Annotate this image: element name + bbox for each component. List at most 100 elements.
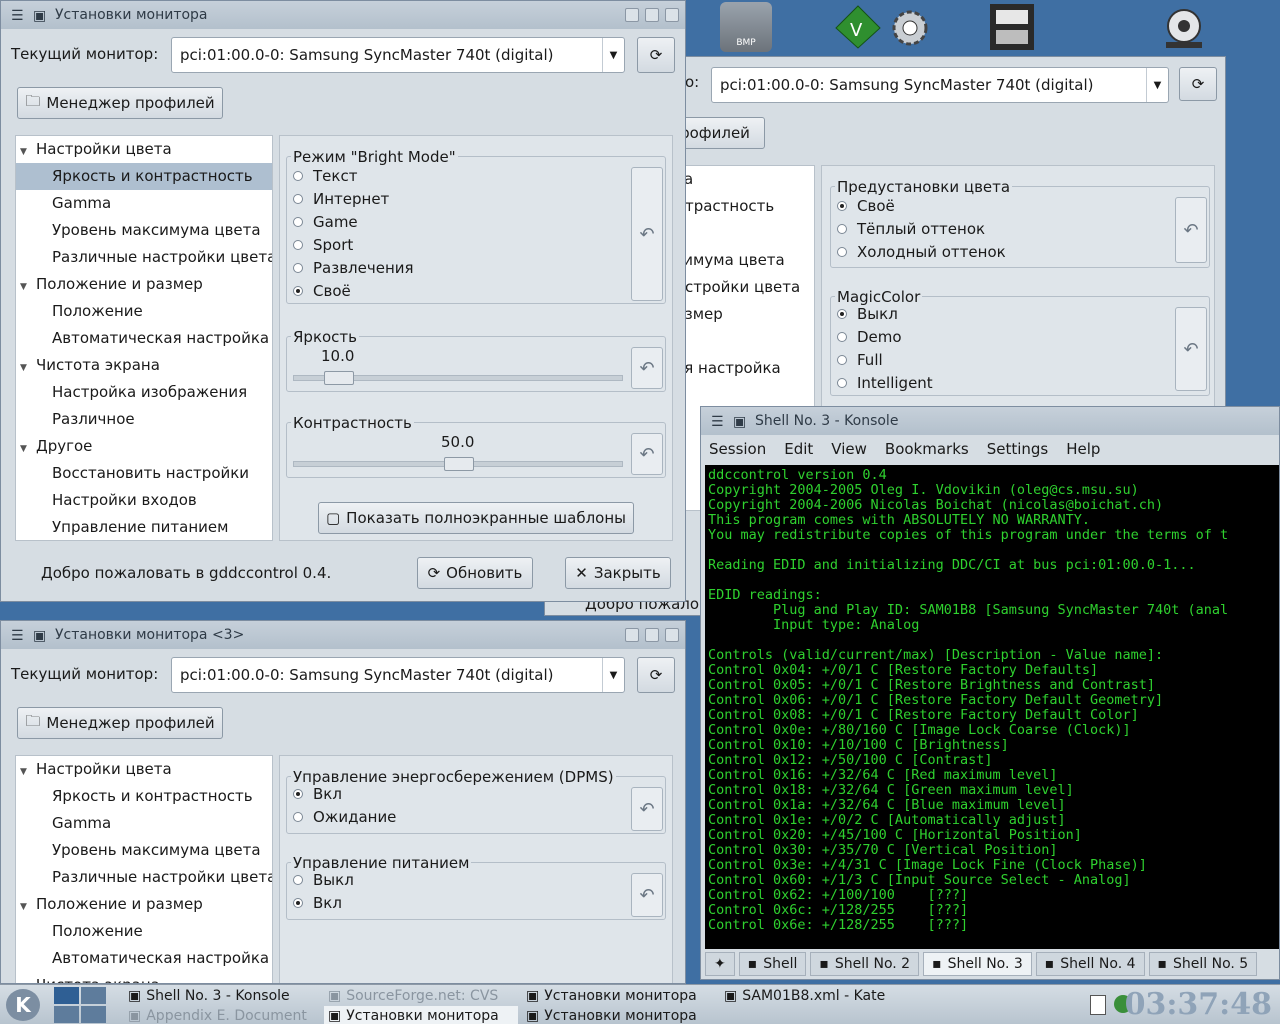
radio-button[interactable] — [837, 332, 847, 342]
radio-option[interactable]: Интернет — [293, 188, 389, 210]
maximize-button[interactable] — [645, 8, 659, 22]
tree-item[interactable]: настройки цвета — [666, 274, 814, 301]
reset-icon[interactable]: ↶ — [631, 787, 663, 831]
tree-category[interactable]: ▼ Положение и размер — [16, 271, 272, 298]
refresh-button[interactable]: ⟳ Обновить — [417, 557, 533, 589]
reset-icon[interactable]: ↶ — [631, 433, 663, 475]
monitor-select[interactable]: pci:01:00.0-0: Samsung SyncMaster 740t (… — [171, 657, 625, 693]
tree-item[interactable]: Уровень максимума цвета — [16, 837, 272, 864]
radio-option[interactable]: Вкл — [293, 783, 342, 805]
tree-item[interactable]: Различные настройки цвета — [16, 244, 272, 271]
kde-menu-icon[interactable]: K — [6, 989, 40, 1021]
tree-item[interactable]: а — [666, 382, 814, 409]
radio-option[interactable]: Вкл — [293, 892, 342, 914]
show-patterns-button[interactable]: ▢ Показать полноэкранные шаблоны — [318, 502, 634, 534]
radio-button[interactable] — [293, 812, 303, 822]
radio-button[interactable] — [293, 217, 303, 227]
refresh-monitor-button[interactable]: ⟳ — [637, 657, 675, 693]
taskbar-item[interactable]: ▣ SourceForge.net: CVS — [324, 986, 518, 1005]
menu-item-session[interactable]: Session — [709, 440, 766, 458]
contrast-slider[interactable] — [293, 457, 623, 471]
expand-arrow-icon[interactable]: ▼ — [20, 894, 32, 921]
menu-icon[interactable]: ☰ — [711, 414, 725, 430]
taskbar-item[interactable]: ▣ Установки монитора — [324, 1006, 518, 1024]
session-tab[interactable]: ▪ Shell — [738, 952, 807, 976]
radio-option[interactable]: Холодный оттенок — [837, 241, 1006, 263]
monitor-select[interactable]: pci:01:00.0-0: Samsung SyncMaster 740t (… — [171, 37, 625, 73]
tree-item[interactable]: Различное — [16, 406, 272, 433]
tree-item[interactable]: Настройка изображения — [16, 379, 272, 406]
expand-arrow-icon[interactable]: ▼ — [20, 759, 32, 786]
tree-item[interactable]: Восстановить настройки — [16, 460, 272, 487]
speaker-icon[interactable] — [1160, 2, 1212, 52]
radio-button[interactable] — [293, 286, 303, 296]
tree-item[interactable]: Яркость и контрастность — [16, 783, 272, 810]
profile-manager-button[interactable]: 🗀 Менеджер профилей — [17, 87, 223, 119]
radio-button[interactable] — [293, 789, 303, 799]
session-tab[interactable]: ▪ Shell No. 3 — [923, 952, 1032, 976]
session-tab[interactable]: ▪ Shell No. 2 — [810, 952, 920, 976]
radio-button[interactable] — [837, 355, 847, 365]
pager-desktop-1[interactable] — [54, 987, 79, 1004]
menu-item-bookmarks[interactable]: Bookmarks — [885, 440, 969, 458]
radio-option[interactable]: Intelligent — [837, 372, 933, 394]
expand-arrow-icon[interactable]: ▼ — [20, 274, 32, 301]
radio-option[interactable]: Своё — [837, 195, 895, 217]
taskbar-item[interactable]: ▣ Установки монитора — [522, 1006, 718, 1024]
tree-item[interactable]: Автоматическая настройка — [16, 325, 272, 352]
film-icon[interactable] — [986, 2, 1038, 52]
tree-item[interactable] — [666, 328, 814, 355]
menu-icon[interactable]: ☰ — [11, 8, 25, 24]
taskbar-item[interactable]: ▣ Shell No. 3 - Konsole — [124, 986, 320, 1005]
tree-item[interactable]: Gamma — [16, 810, 272, 837]
pager-desktop-3[interactable] — [54, 1006, 79, 1023]
radio-option[interactable]: Текст — [293, 165, 357, 187]
window-titlebar[interactable]: ☰ ▣ Установки монитора <3> — [1, 621, 685, 649]
new-session-icon[interactable]: ✦ — [705, 952, 735, 976]
taskbar-item[interactable]: ▣ Установки монитора — [522, 986, 718, 1005]
bmp-icon[interactable]: BMP — [720, 2, 772, 52]
radio-button[interactable] — [293, 875, 303, 885]
reset-icon[interactable]: ↶ — [1175, 197, 1207, 263]
menu-item-help[interactable]: Help — [1066, 440, 1100, 458]
menu-item-settings[interactable]: Settings — [987, 440, 1049, 458]
tree-category[interactable]: ▼ Настройки цвета — [16, 136, 272, 163]
radio-button[interactable] — [293, 898, 303, 908]
monitor-select[interactable]: pci:01:00.0-0: Samsung SyncMaster 740t (… — [711, 67, 1169, 103]
expand-arrow-icon[interactable]: ▼ — [20, 139, 32, 166]
session-tab[interactable]: ▪ Shell No. 4 — [1035, 952, 1145, 976]
close-window-button[interactable] — [665, 8, 679, 22]
tree-item[interactable]: онтрастность — [666, 193, 814, 220]
radio-button[interactable] — [837, 201, 847, 211]
tree-item[interactable]: Настройки входов — [16, 487, 272, 514]
maximize-button[interactable] — [645, 628, 659, 642]
menu-icon[interactable]: ☰ — [11, 628, 25, 644]
radio-button[interactable] — [293, 263, 303, 273]
tree-category[interactable]: ▼Чистота экрана — [16, 352, 272, 379]
radio-option[interactable]: Тёплый оттенок — [837, 218, 985, 240]
radio-button[interactable] — [837, 247, 847, 257]
window-titlebar[interactable]: ☰ ▣ Shell No. 3 - Konsole — [701, 407, 1279, 435]
refresh-monitor-button[interactable]: ⟳ — [1179, 67, 1217, 101]
tree-item[interactable]: размер — [666, 301, 814, 328]
radio-button[interactable] — [837, 378, 847, 388]
reset-icon[interactable]: ↶ — [1175, 307, 1207, 391]
radio-option[interactable]: Выкл — [293, 869, 354, 891]
radio-option[interactable]: Развлечения — [293, 257, 414, 279]
reset-icon[interactable]: ↶ — [631, 873, 663, 917]
radio-button[interactable] — [293, 171, 303, 181]
tree-item[interactable]: Различные настройки цвета — [16, 864, 272, 891]
expand-arrow-icon[interactable]: ▼ — [20, 355, 32, 382]
vim-icon[interactable]: V — [832, 2, 884, 52]
tree-category[interactable]: ▼ Другое — [16, 433, 272, 460]
tree-item[interactable]: Положение — [16, 298, 272, 325]
pager-desktop-4[interactable] — [81, 1006, 106, 1023]
tree-item[interactable]: Gamma — [16, 190, 272, 217]
minimize-button[interactable] — [625, 628, 639, 642]
taskbar-item[interactable]: ▣ Appendix E. Document — [124, 1006, 320, 1024]
desktop-pager[interactable] — [54, 987, 106, 1023]
terminal-output[interactable]: ddccontrol version 0.4 Copyright 2004-200… — [705, 465, 1279, 949]
expand-arrow-icon[interactable]: ▼ — [20, 436, 32, 463]
radio-option[interactable]: Ожидание — [293, 806, 396, 828]
brightness-slider-thumb[interactable] — [324, 371, 354, 385]
